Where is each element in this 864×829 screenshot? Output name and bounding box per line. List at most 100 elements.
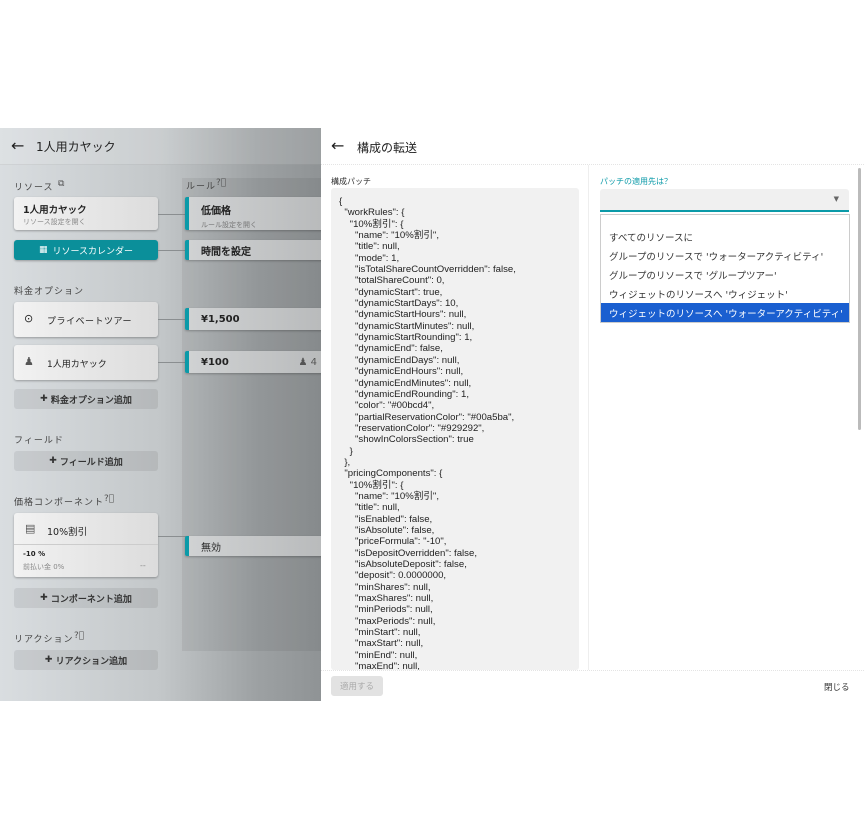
add-reaction-label: リアクション追加 xyxy=(55,656,128,667)
code-line: "maxPeriods": null, xyxy=(339,615,436,627)
add-component-label: コンポーネント追加 xyxy=(50,594,132,605)
component-rule-card[interactable]: 無効 xyxy=(185,536,321,556)
page-title: 1人用カヤック xyxy=(36,140,116,154)
resource-calendar-button[interactable]: ▦ リソースカレンダー xyxy=(14,240,158,260)
code-line: "name": "10%割引", xyxy=(339,230,439,242)
code-line: "minEnd": null, xyxy=(339,649,418,661)
rules-label: ルール xyxy=(186,182,217,192)
price-components-label: 価格コンポーネント xyxy=(14,498,105,508)
code-line: "title": null, xyxy=(339,502,400,514)
help-icon[interactable]: ?⃝ xyxy=(216,178,226,188)
code-line: "maxEnd": null, xyxy=(339,661,420,670)
help-icon[interactable]: ?⃝ xyxy=(104,494,114,504)
option-group-water[interactable]: グループのリソースで 'ウォーターアクティビティ' xyxy=(601,246,849,265)
patch-label: 構成パッチ xyxy=(331,177,371,186)
config-patch-textarea[interactable]: { "workRules": { "10%割引": { "name": "10%… xyxy=(331,188,579,670)
grid-icon: ▦ xyxy=(38,245,48,255)
code-line: "minShares": null, xyxy=(339,581,431,593)
back-arrow-icon[interactable]: ← xyxy=(11,136,24,155)
option-all-resources[interactable]: すべてのリソースに xyxy=(601,227,849,246)
code-line: "deposit": 0.0000000, xyxy=(339,570,447,582)
background-page: ← 1人用カヤック リソース ⧉ ルール ?⃝ 1人用カヤック リソース設定を開… xyxy=(0,128,321,701)
target-icon: ⊙ xyxy=(24,312,34,325)
target-label: パッチの適用先は？ xyxy=(600,177,672,186)
component-rule: 無効 xyxy=(201,542,221,554)
price-value: ¥1,500 xyxy=(201,313,240,325)
code-line: "dynamicEndRounding": 1, xyxy=(339,388,470,400)
price-component-card[interactable]: ▤ 10%割引 -10 % 前払い金 0% -- xyxy=(14,513,158,577)
code-line: "color": "#00bcd4", xyxy=(339,400,435,412)
code-line: "workRules": { xyxy=(339,207,405,219)
close-button[interactable]: 閉じる xyxy=(824,681,850,693)
add-field-button[interactable]: ✚ フィールド追加 xyxy=(14,451,158,471)
rule-title: 低価格 xyxy=(201,206,231,217)
code-line: "isDepositOverridden": false, xyxy=(339,547,477,559)
code-line: "dynamicEndDays": null, xyxy=(339,354,460,366)
option-widget[interactable]: ウィジェットのリソースへ 'ウィジェット' xyxy=(601,284,849,303)
code-line: "minStart": null, xyxy=(339,627,421,639)
reactions-label: リアクション xyxy=(14,635,74,645)
code-line: "isAbsoluteDeposit": false, xyxy=(339,559,467,570)
code-line: "10%割引": { xyxy=(339,479,404,491)
person-icon: ♟ xyxy=(24,355,34,368)
add-field-label: フィールド追加 xyxy=(59,457,123,468)
price-card[interactable]: ¥1,500 xyxy=(185,308,321,330)
price-card[interactable]: ¥100 ♟ 4 xyxy=(185,351,321,373)
target-select[interactable]: ▼ xyxy=(600,189,849,212)
code-line: "isAbsolute": false, xyxy=(339,524,435,536)
rule-card-time[interactable]: 時間を設定 xyxy=(185,240,321,260)
code-line: } xyxy=(339,445,353,457)
code-line: "dynamicStart": true, xyxy=(339,286,443,298)
code-line: "maxStart": null, xyxy=(339,638,424,650)
code-line: "dynamicEnd": false, xyxy=(339,343,443,355)
price-value: ¥100 xyxy=(201,356,229,368)
pricing-options-label: 料金オプション xyxy=(14,287,85,297)
code-line: "showInColorsSection": true xyxy=(339,434,474,446)
option-widget-water[interactable]: ウィジェットのリソースへ 'ウォーターアクティビティ' xyxy=(601,303,849,322)
add-reaction-button[interactable]: ✚ リアクション追加 xyxy=(14,650,158,670)
rule-card-low-price[interactable]: 低価格 ルール設定を開く xyxy=(185,197,321,230)
person-count: ♟ 4 xyxy=(298,356,317,368)
code-line: { xyxy=(339,196,343,207)
back-arrow-icon[interactable]: ← xyxy=(331,136,344,155)
code-line: }, xyxy=(339,456,351,468)
dialog-title: 構成の転送 xyxy=(357,141,418,155)
resources-label: リソース xyxy=(14,183,54,193)
code-line: "dynamicEndMinutes": null, xyxy=(339,377,472,389)
pricing-option-name: 1人用カヤック xyxy=(47,360,107,370)
fields-label: フィールド xyxy=(14,436,64,446)
add-pricing-option-button[interactable]: ✚ 料金オプション追加 xyxy=(14,389,158,409)
code-line: "dynamicEndHours": null, xyxy=(339,366,464,378)
code-line: "priceFormula": "-10", xyxy=(339,536,447,548)
target-options-list: すべてのリソースに グループのリソースで 'ウォーターアクティビティ' グループ… xyxy=(600,214,850,323)
help-icon[interactable]: ?⃝ xyxy=(74,631,84,641)
dropdown-arrow-icon: ▼ xyxy=(833,195,839,203)
component-value: -10 % xyxy=(23,550,46,558)
rule-subtitle: ルール設定を開く xyxy=(201,221,257,229)
copy-icon[interactable]: ⧉ xyxy=(58,179,64,189)
code-line: "dynamicStartDays": 10, xyxy=(339,298,459,310)
code-line: "isTotalShareCountOverridden": false, xyxy=(339,264,516,276)
apply-button[interactable]: 適用する xyxy=(331,676,383,696)
code-line: "isEnabled": false, xyxy=(339,513,433,525)
component-name: 10%割引 xyxy=(47,527,88,538)
component-more[interactable]: -- xyxy=(140,561,146,570)
code-line: "10%割引": { xyxy=(339,218,404,230)
pricing-option-name: プライベートツアー xyxy=(47,317,132,327)
code-line: "pricingComponents": { xyxy=(339,468,443,480)
code-line: "maxShares": null, xyxy=(339,593,434,605)
option-group-tour[interactable]: グループのリソースで 'グループツアー' xyxy=(601,265,849,284)
resource-card[interactable]: 1人用カヤック リソース設定を開く xyxy=(14,197,158,230)
add-component-button[interactable]: ✚ コンポーネント追加 xyxy=(14,588,158,608)
code-line: "dynamicStartRounding": 1, xyxy=(339,332,473,344)
code-line: "mode": 1, xyxy=(339,252,400,264)
code-line: "name": "10%割引", xyxy=(339,490,439,502)
scrollbar[interactable] xyxy=(858,168,861,430)
component-deposit: 前払い金 0% xyxy=(23,563,65,571)
pricing-option-kayak[interactable]: ♟ 1人用カヤック xyxy=(14,345,158,380)
resource-card-subtitle: リソース設定を開く xyxy=(23,218,86,226)
pricing-option-private-tour[interactable]: ⊙ プライベートツアー xyxy=(14,302,158,337)
code-line: "minPeriods": null, xyxy=(339,604,433,616)
resource-calendar-label: リソースカレンダー xyxy=(52,246,134,257)
rule-title: 時間を設定 xyxy=(201,246,251,258)
